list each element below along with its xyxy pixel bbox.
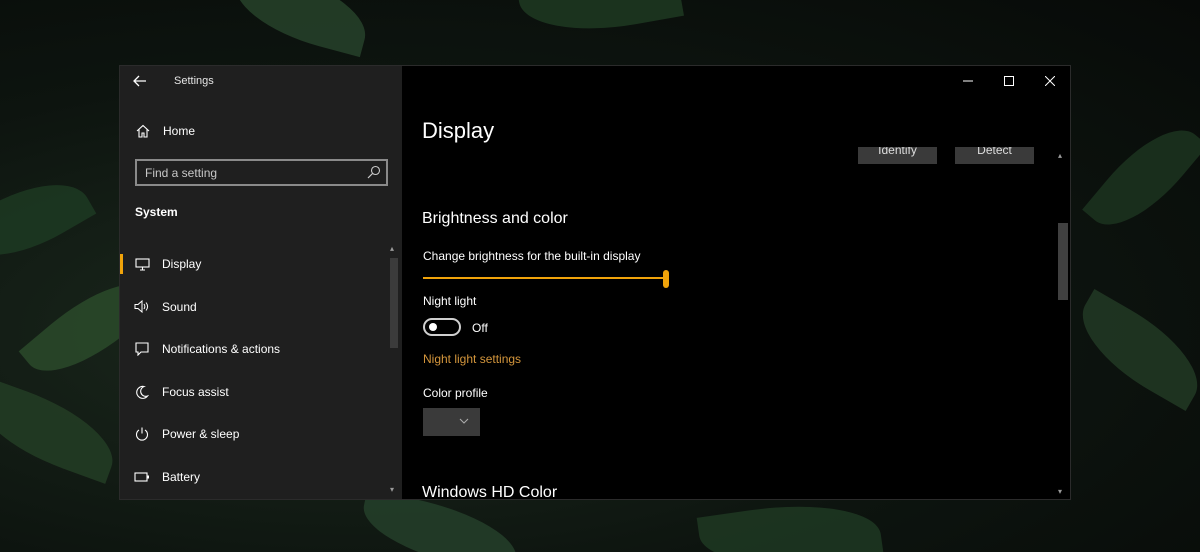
moon-icon (134, 384, 150, 400)
active-indicator (120, 254, 123, 274)
scrollbar-thumb[interactable] (1058, 223, 1068, 300)
maximize-icon (1003, 76, 1014, 86)
monitor-icon (134, 256, 150, 272)
caption-buttons (947, 66, 1070, 96)
close-button[interactable] (1029, 66, 1070, 96)
toggle-state-label: Off (472, 321, 488, 335)
main-content: Display Identify Detect Brightness and c… (402, 66, 1070, 499)
sidebar-nav: Display Sound Notifications & actions Fo… (120, 243, 390, 498)
sidebar-item-label: Battery (162, 469, 201, 484)
scrollbar-thumb[interactable] (390, 258, 398, 348)
app-title: Settings (174, 75, 214, 87)
home-icon (135, 123, 151, 139)
section-label: System (135, 205, 178, 219)
sidebar: Settings Home System (120, 66, 402, 499)
search-box (135, 159, 388, 186)
chevron-up-icon[interactable]: ▴ (1058, 151, 1062, 160)
identify-button[interactable]: Identify (858, 147, 937, 164)
sidebar-item-label: Display (162, 257, 202, 272)
sidebar-item-display[interactable]: Display (120, 243, 390, 286)
notification-icon (134, 341, 150, 357)
minimize-icon (962, 80, 973, 82)
sidebar-item-power-sleep[interactable]: Power & sleep (120, 413, 390, 456)
home-button[interactable]: Home (120, 116, 402, 146)
close-icon (1044, 76, 1055, 86)
detect-button[interactable]: Detect (955, 147, 1034, 164)
sidebar-scrollbar[interactable]: ▴ ▾ (388, 244, 400, 499)
chevron-up-icon[interactable]: ▴ (390, 244, 394, 253)
night-light-toggle[interactable] (423, 318, 461, 336)
sidebar-item-label: Sound (162, 299, 197, 314)
minimize-button[interactable] (947, 66, 988, 96)
color-profile-label: Color profile (423, 386, 488, 400)
battery-icon (134, 469, 150, 485)
title-bar: Settings (120, 66, 402, 96)
search-input[interactable] (137, 161, 362, 184)
slider-thumb[interactable] (663, 270, 669, 288)
arrow-left-icon (133, 75, 146, 87)
sidebar-item-label: Notifications & actions (162, 342, 281, 357)
speaker-icon (134, 299, 150, 315)
sidebar-item-sound[interactable]: Sound (120, 286, 390, 329)
sidebar-item-label: Power & sleep (162, 427, 240, 442)
brightness-label: Change brightness for the built-in displ… (423, 249, 641, 263)
detect-label: Detect (977, 147, 1012, 157)
sidebar-item-notifications[interactable]: Notifications & actions (120, 328, 390, 371)
identify-label: Identify (878, 147, 917, 157)
hd-color-heading: Windows HD Color (422, 484, 558, 499)
main-scrollbar[interactable]: ▴ ▾ (1056, 151, 1068, 499)
sidebar-item-label: Focus assist (162, 384, 229, 399)
brightness-heading: Brightness and color (422, 210, 568, 227)
chevron-down-icon[interactable]: ▾ (390, 485, 394, 494)
page-title: Display (422, 118, 495, 143)
search-icon[interactable] (367, 165, 381, 179)
chevron-down-icon (459, 418, 469, 424)
back-button[interactable] (120, 66, 160, 96)
sidebar-item-battery[interactable]: Battery (120, 456, 390, 499)
toggle-knob (429, 323, 437, 331)
maximize-button[interactable] (988, 66, 1029, 96)
slider-track (423, 277, 663, 279)
night-light-label: Night light (423, 294, 477, 308)
night-light-settings-link[interactable]: Night light settings (423, 352, 521, 366)
chevron-down-icon[interactable]: ▾ (1058, 487, 1062, 496)
color-profile-dropdown[interactable] (423, 408, 480, 436)
settings-window: Settings Home System (119, 65, 1071, 500)
brightness-slider[interactable] (423, 270, 669, 290)
sidebar-item-focus-assist[interactable]: Focus assist (120, 371, 390, 414)
power-icon (134, 426, 150, 442)
home-label: Home (163, 124, 196, 138)
